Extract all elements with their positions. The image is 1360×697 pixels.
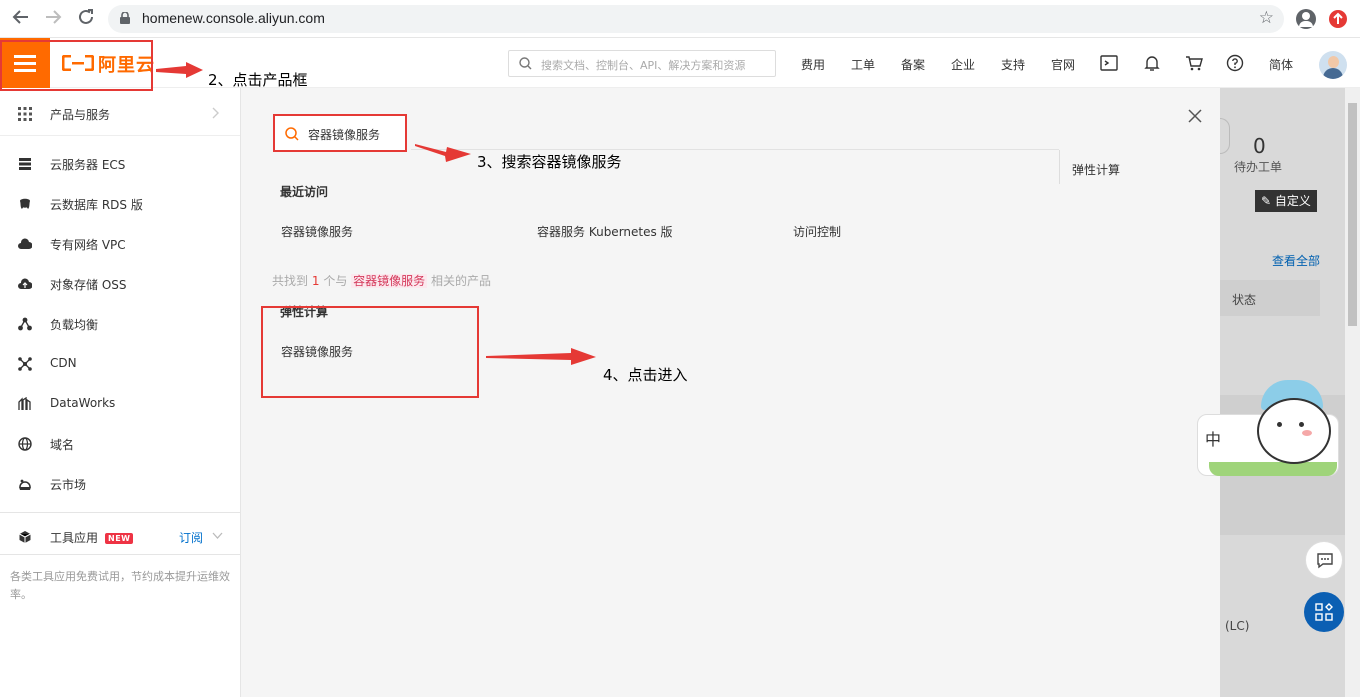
annotation-arrows — [156, 62, 596, 365]
annotation-step4: 4、点击进入 — [603, 366, 688, 384]
annotation-step3: 3、搜索容器镜像服务 — [477, 153, 622, 171]
annotation-step2: 2、点击产品框 — [208, 71, 308, 89]
